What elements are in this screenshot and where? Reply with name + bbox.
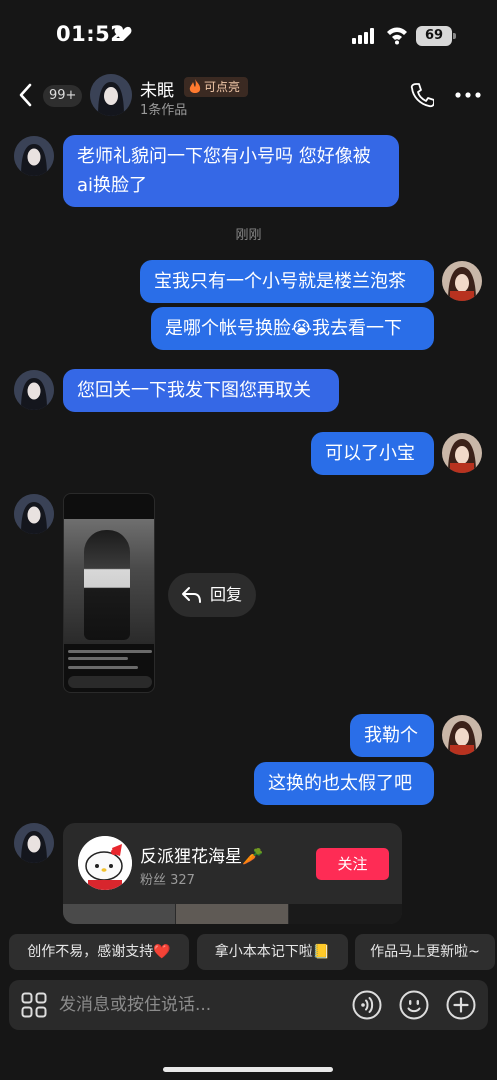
message-text-line: ai换脸了 bbox=[77, 175, 148, 196]
signal-icon bbox=[352, 28, 374, 44]
phone-icon[interactable] bbox=[410, 82, 434, 108]
chat-header: 99+ 未眠 可点亮 1条作品 bbox=[0, 70, 497, 122]
message-text: 这换的也太假了吧 bbox=[268, 773, 412, 794]
back-icon[interactable] bbox=[16, 82, 36, 108]
reply-button[interactable]: 回复 bbox=[168, 573, 256, 617]
card-thumbnail bbox=[289, 904, 402, 924]
message-text-line: 老师礼貌问一下您有小号吗 您好像被 bbox=[77, 146, 371, 167]
card-fans-count: 粉丝 327 bbox=[140, 873, 195, 888]
contact-avatar-small[interactable] bbox=[14, 823, 54, 863]
message-input-bar: 发消息或按住说话... bbox=[9, 980, 488, 1030]
contact-avatar-small[interactable] bbox=[14, 370, 54, 410]
reply-icon bbox=[182, 587, 201, 603]
voice-icon[interactable] bbox=[352, 990, 382, 1020]
my-avatar[interactable] bbox=[442, 715, 482, 755]
message-text: 宝我只有一个小号就是楼兰泡茶 bbox=[154, 271, 406, 292]
profile-card[interactable]: 反派狸花海星🥕 粉丝 327 关注 bbox=[63, 823, 402, 924]
light-up-badge[interactable]: 可点亮 bbox=[184, 77, 249, 97]
image-comment-bar bbox=[68, 676, 152, 688]
my-avatar[interactable] bbox=[442, 433, 482, 473]
emoji-icon[interactable] bbox=[399, 990, 429, 1020]
contact-name[interactable]: 未眠 bbox=[140, 76, 174, 101]
message-bubble-outgoing[interactable]: 可以了小宝 bbox=[311, 432, 434, 475]
message-text: 是哪个帐号换脸😭我去看一下 bbox=[165, 318, 403, 339]
message-bubble-outgoing[interactable]: 这换的也太假了吧 bbox=[254, 762, 434, 805]
fire-icon bbox=[189, 79, 201, 93]
message-text: 您回关一下我发下图您再取关 bbox=[77, 380, 311, 401]
image-caption-line bbox=[68, 650, 152, 653]
message-bubble-incoming[interactable]: 您回关一下我发下图您再取关 bbox=[63, 369, 339, 412]
image-caption-line bbox=[68, 666, 138, 669]
quick-reply-chip[interactable]: 拿小本本记下啦📒 bbox=[197, 934, 348, 970]
heart-icon bbox=[114, 26, 132, 41]
message-text: 我勒个 bbox=[364, 725, 418, 746]
card-name: 反派狸花海星🥕 bbox=[140, 847, 264, 867]
grid-icon[interactable] bbox=[21, 992, 47, 1018]
card-thumbnail bbox=[176, 904, 288, 924]
card-avatar bbox=[78, 836, 132, 890]
image-message[interactable] bbox=[63, 493, 155, 693]
plus-icon[interactable] bbox=[446, 990, 476, 1020]
more-icon[interactable] bbox=[455, 92, 481, 98]
light-up-badge-label: 可点亮 bbox=[204, 80, 241, 94]
follow-button[interactable]: 关注 bbox=[316, 848, 389, 880]
contact-avatar-small[interactable] bbox=[14, 136, 54, 176]
message-bubble-outgoing[interactable]: 我勒个 bbox=[350, 714, 434, 757]
wifi-icon bbox=[387, 27, 407, 45]
contact-avatar[interactable] bbox=[90, 74, 132, 116]
message-text: 可以了小宝 bbox=[325, 443, 415, 464]
reply-button-label: 回复 bbox=[210, 585, 243, 604]
battery-indicator: 69 bbox=[416, 26, 456, 46]
quick-reply-chip[interactable]: 作品马上更新啦~ bbox=[355, 934, 495, 970]
my-avatar[interactable] bbox=[442, 261, 482, 301]
message-input[interactable]: 发消息或按住说话... bbox=[59, 980, 339, 1030]
card-thumbnail bbox=[63, 904, 175, 924]
message-bubble-incoming[interactable]: 老师礼貌问一下您有小号吗 您好像被 ai换脸了 bbox=[63, 135, 399, 207]
message-bubble-outgoing[interactable]: 宝我只有一个小号就是楼兰泡茶 bbox=[140, 260, 434, 303]
contact-subtitle: 1条作品 bbox=[140, 103, 188, 118]
message-bubble-outgoing[interactable]: 是哪个帐号换脸😭我去看一下 bbox=[151, 307, 434, 350]
unread-count-badge[interactable]: 99+ bbox=[43, 85, 83, 107]
image-caption-line bbox=[68, 657, 128, 660]
card-thumbnails bbox=[63, 904, 402, 924]
status-bar: 01:52 69 bbox=[0, 0, 497, 70]
home-indicator bbox=[163, 1067, 333, 1072]
image-figure bbox=[84, 530, 130, 640]
quick-reply-chip[interactable]: 创作不易，感谢支持❤️ bbox=[9, 934, 189, 970]
timestamp: 刚刚 bbox=[235, 228, 262, 243]
contact-avatar-small[interactable] bbox=[14, 494, 54, 534]
